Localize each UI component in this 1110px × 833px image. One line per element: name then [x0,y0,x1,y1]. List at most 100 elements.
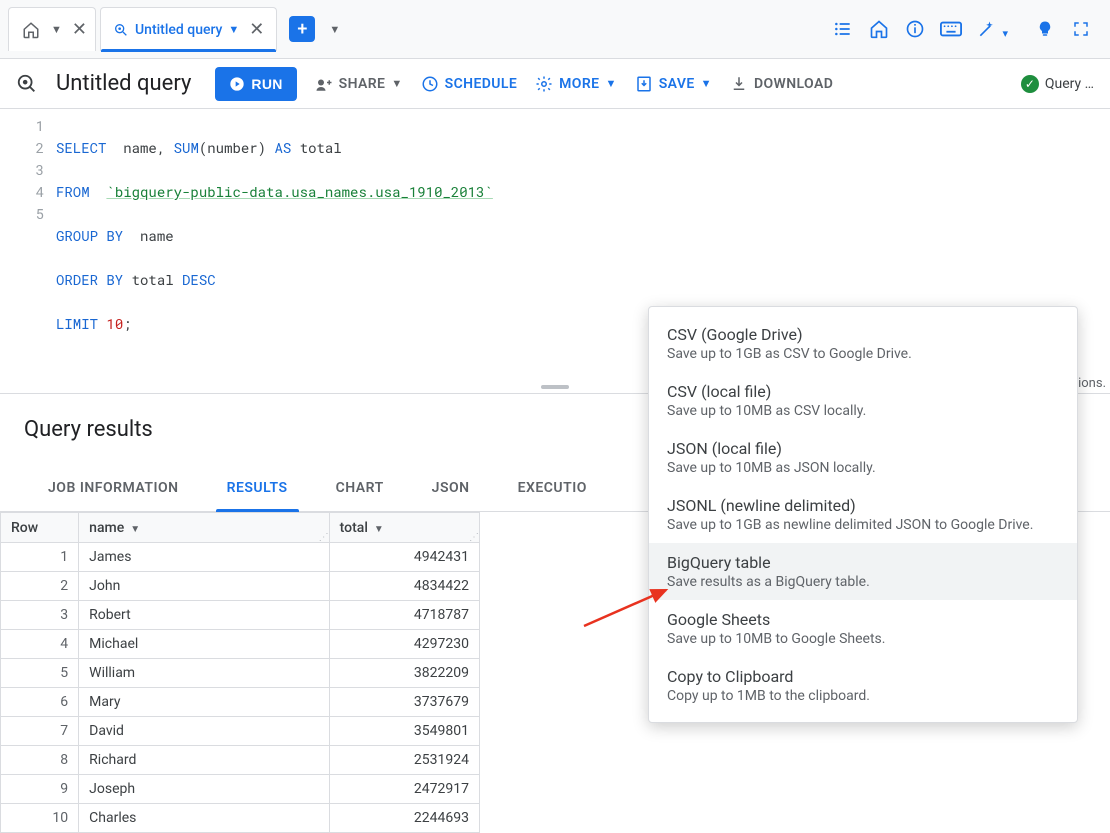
results-title: Query results [24,417,153,442]
home-outline-icon[interactable] [868,18,890,40]
cell-name: William [79,659,330,688]
query-title: Untitled query [56,71,191,96]
txt: total [123,270,182,289]
chevron-down-icon[interactable]: ▼ [228,23,239,36]
kw: AS [274,138,291,157]
table-row[interactable]: 5William3822209 [1,659,480,688]
chevron-down-icon: ▼ [605,77,616,90]
table-row[interactable]: 1James4942431 [1,543,480,572]
cell-total: 3737679 [329,688,479,717]
query-inspect-icon[interactable] [16,73,38,95]
menu-item-title: JSONL (newline delimited) [667,496,1059,515]
chevron-down-icon[interactable]: ▼ [329,23,340,36]
more-label: MORE [559,76,599,92]
tab-job-information[interactable]: JOB INFORMATION [24,464,203,511]
download-label: DOWNLOAD [754,76,833,92]
cell-name: John [79,572,330,601]
menu-item-subtitle: Save up to 10MB as JSON locally. [667,460,1059,476]
magic-wand-icon[interactable]: ▾ [976,18,998,40]
menu-item[interactable]: Google SheetsSave up to 10MB to Google S… [649,600,1077,657]
tab-execution[interactable]: EXECUTIO [494,464,611,511]
line-number: 3 [0,159,44,181]
cell-total: 3822209 [329,659,479,688]
info-icon[interactable] [904,18,926,40]
keyboard-icon[interactable] [940,18,962,40]
kw: LIMIT [56,314,98,333]
chevron-down-icon[interactable]: ▼ [51,23,62,36]
close-icon[interactable]: ✕ [72,19,87,40]
menu-item[interactable]: Copy to ClipboardCopy up to 1MB to the c… [649,657,1077,714]
table-row[interactable]: 10Charles2244693 [1,804,480,833]
cell-row: 6 [1,688,79,717]
cell-name: Robert [79,601,330,630]
cell-name: James [79,543,330,572]
chevron-down-icon: ▼ [701,77,712,90]
tab-group: ▼ ✕ Untitled query ▼ ✕ + ▼ [8,0,340,58]
col-row[interactable]: Row [1,513,79,543]
resize-handle[interactable] [541,385,569,389]
resize-grip-icon[interactable]: ⋰ [469,535,477,541]
menu-item-subtitle: Copy up to 1MB to the clipboard. [667,688,1059,704]
line-number: 5 [0,203,44,225]
menu-item[interactable]: CSV (Google Drive)Save up to 1GB as CSV … [649,315,1077,372]
menu-item[interactable]: BigQuery tableSave results as a BigQuery… [649,543,1077,600]
resize-grip-icon[interactable]: ⋰ [319,535,327,541]
add-tab-button[interactable]: + [289,16,315,42]
cell-name: David [79,717,330,746]
col-label: Row [11,520,38,536]
cell-total: 3549801 [329,717,479,746]
download-button[interactable]: DOWNLOAD [730,75,833,93]
cell-total: 4834422 [329,572,479,601]
save-button[interactable]: SAVE ▼ [635,75,712,93]
sort-icon: ▼ [130,524,140,535]
table-row[interactable]: 7David3549801 [1,717,480,746]
txt: (number) [199,138,275,157]
menu-item[interactable]: JSONL (newline delimited)Save up to 1GB … [649,486,1077,543]
query-tab-icon [113,22,129,38]
play-icon [229,76,245,92]
cell-name: Mary [79,688,330,717]
fullscreen-icon[interactable] [1070,18,1092,40]
tab-home[interactable]: ▼ ✕ [8,7,96,51]
save-results-menu: CSV (Google Drive)Save up to 1GB as CSV … [648,306,1078,723]
toolbar-right: ▾ [832,18,1102,40]
tab-untitled-query[interactable]: Untitled query ▼ ✕ [100,7,277,51]
table-row[interactable]: 8Richard2531924 [1,746,480,775]
table-row[interactable]: 2John4834422 [1,572,480,601]
close-icon[interactable]: ✕ [249,19,264,40]
table-row[interactable]: 4Michael4297230 [1,630,480,659]
cell-name: Joseph [79,775,330,804]
txt: total [291,138,341,157]
lightbulb-icon[interactable] [1034,18,1056,40]
code-body[interactable]: SELECT name, SUM(number) AS total FROM `… [56,115,493,379]
sort-icon: ▼ [374,524,384,535]
table-ref[interactable]: `bigquery-public-data.usa_names.usa_1910… [106,182,492,201]
table-row[interactable]: 6Mary3737679 [1,688,480,717]
tab-json[interactable]: JSON [408,464,494,511]
col-total[interactable]: total ▼ ⋰ [329,513,479,543]
run-label: RUN [251,76,282,92]
col-label: total [340,520,368,536]
share-button[interactable]: SHARE ▼ [315,76,403,92]
menu-item-subtitle: Save up to 10MB as CSV locally. [667,403,1059,419]
menu-item[interactable]: CSV (local file)Save up to 10MB as CSV l… [649,372,1077,429]
line-number: 4 [0,181,44,203]
gear-icon [535,75,553,93]
run-button[interactable]: RUN [215,67,296,101]
kw: SELECT [56,138,106,157]
tab-results[interactable]: RESULTS [203,464,312,511]
more-button[interactable]: MORE ▼ [535,75,617,93]
table-row[interactable]: 3Robert4718787 [1,601,480,630]
kw: GROUP BY [56,226,123,245]
list-icon[interactable] [832,18,854,40]
table-row[interactable]: 9Joseph2472917 [1,775,480,804]
line-number: 2 [0,137,44,159]
menu-item[interactable]: JSON (local file)Save up to 10MB as JSON… [649,429,1077,486]
menu-item-subtitle: Save up to 1GB as CSV to Google Drive. [667,346,1059,362]
tab-chart[interactable]: CHART [312,464,408,511]
txt: ; [123,314,131,333]
cell-row: 2 [1,572,79,601]
schedule-button[interactable]: SCHEDULE [421,75,517,93]
col-name[interactable]: name▼⋰ [79,513,330,543]
query-status: ✓ Query … [1021,75,1094,93]
